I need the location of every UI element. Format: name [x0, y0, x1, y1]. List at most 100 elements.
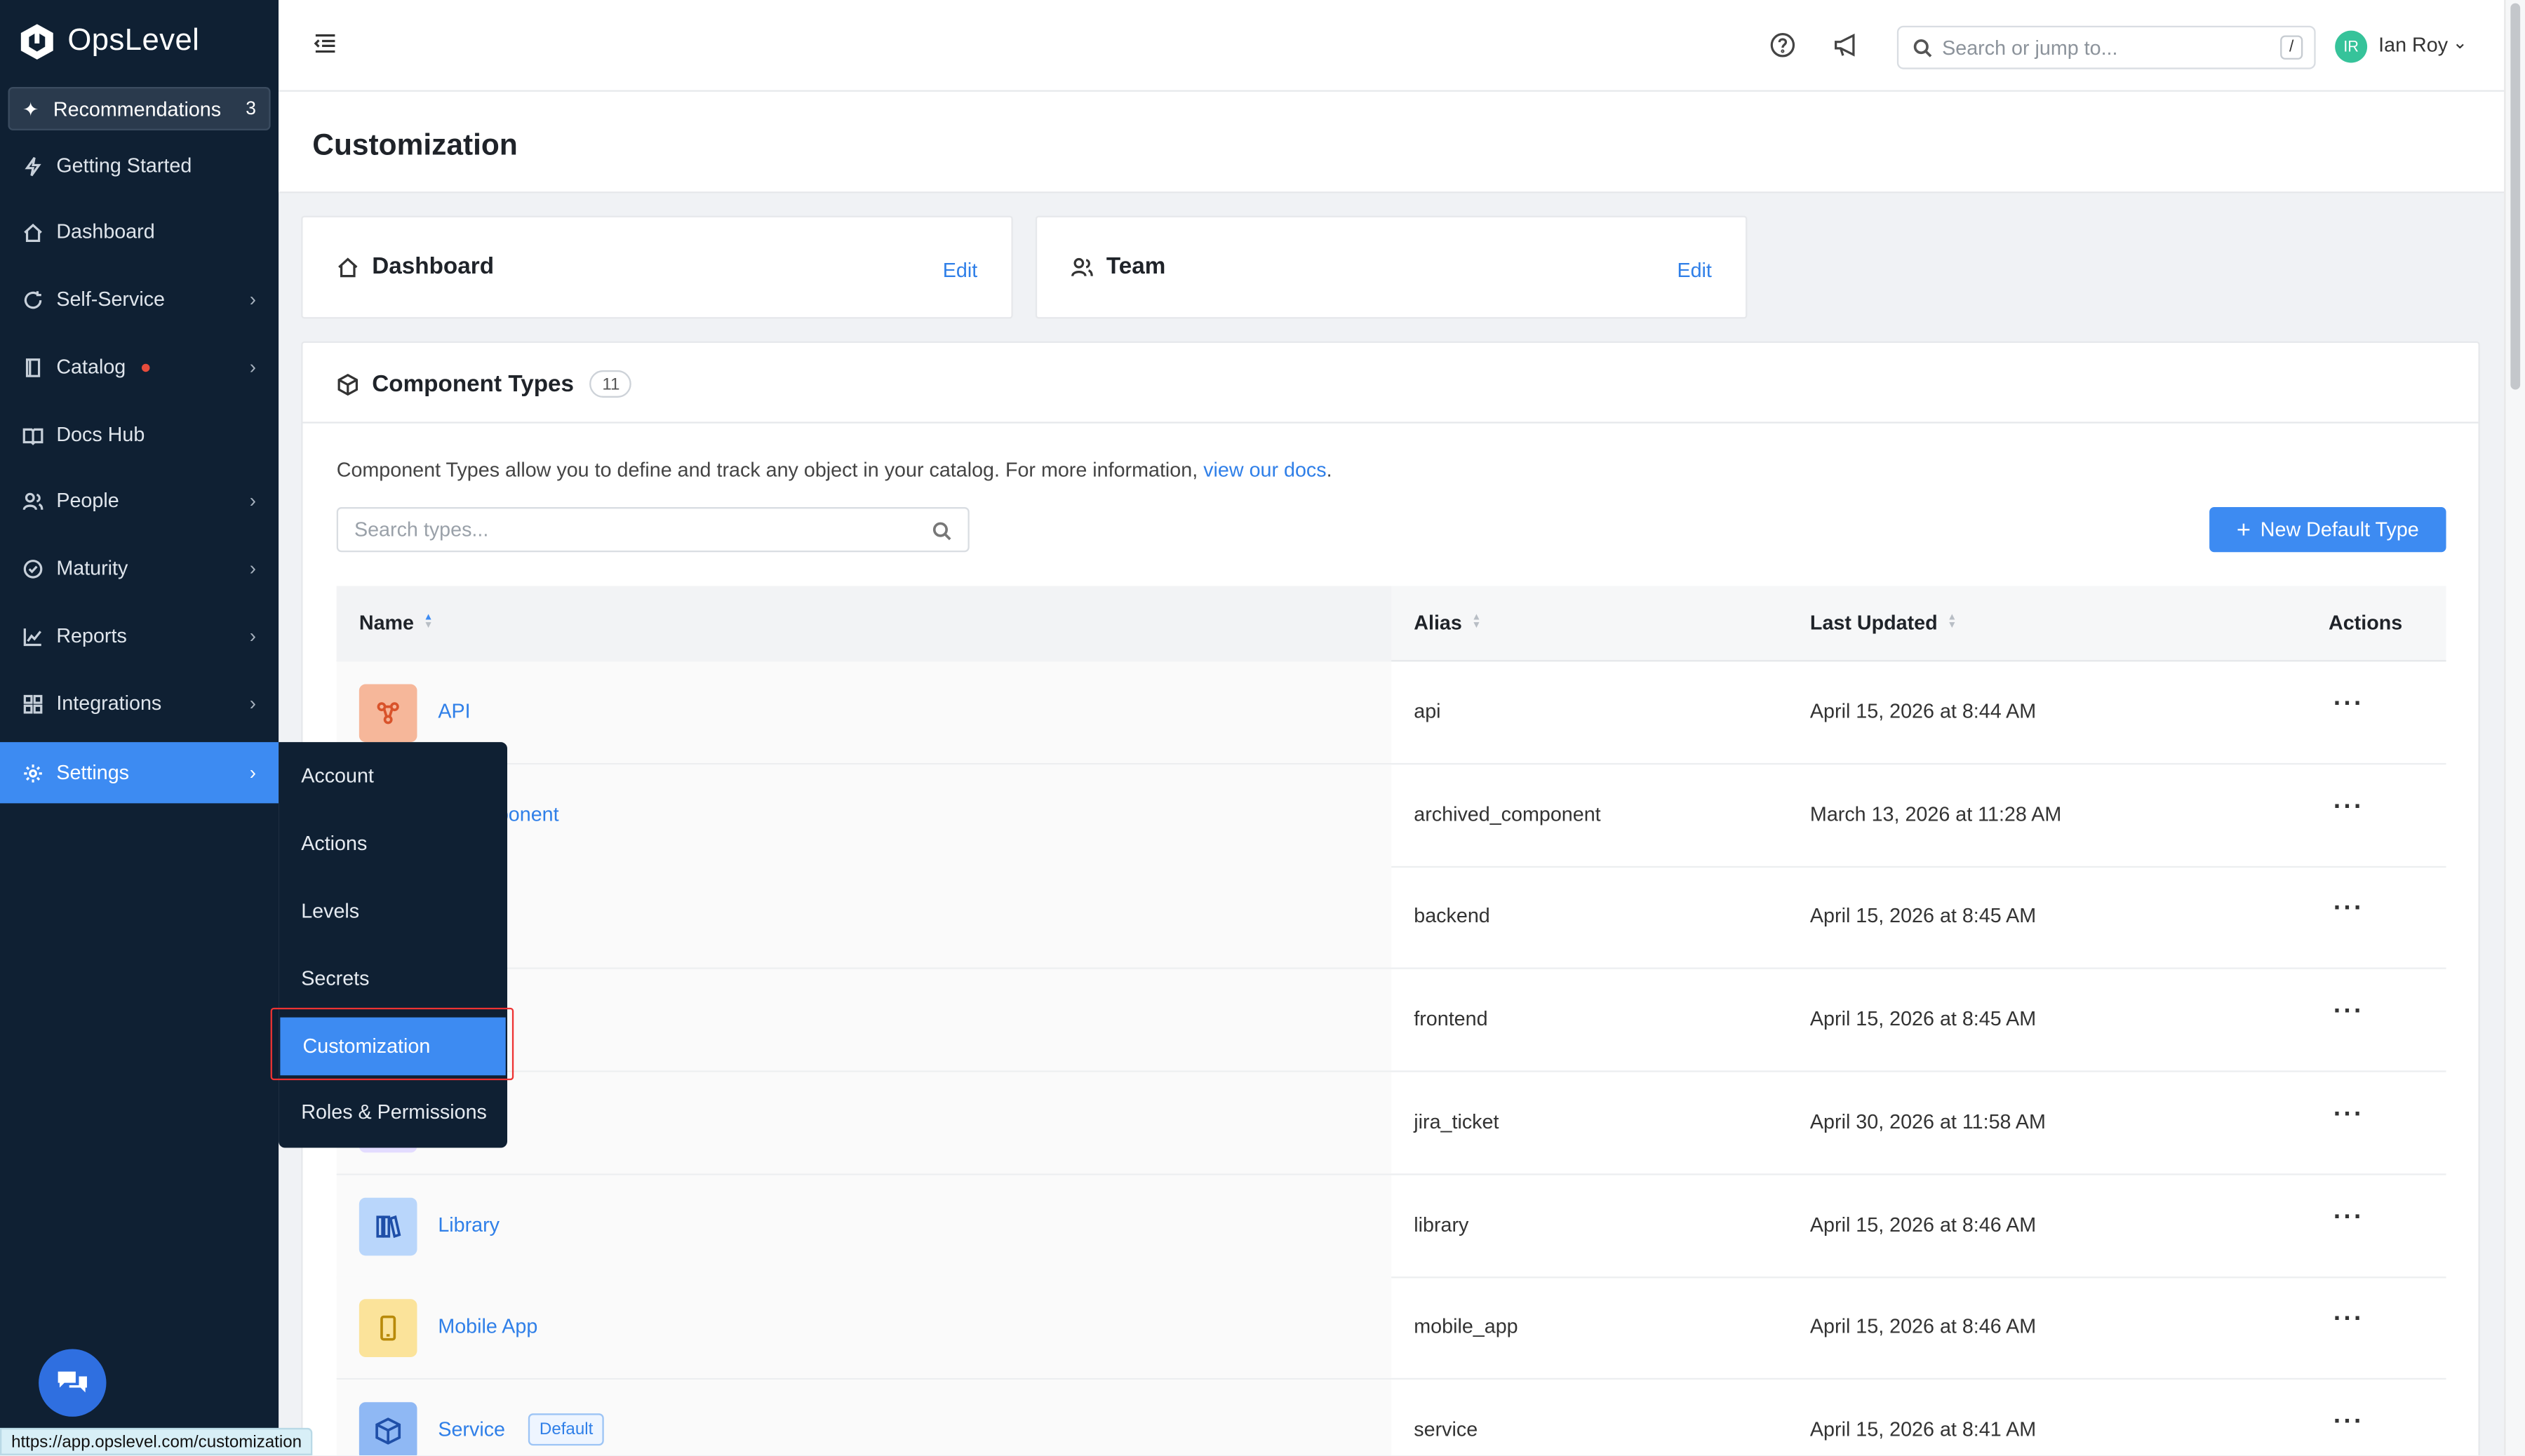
plus-icon: + — [2236, 515, 2251, 544]
submenu-item-secrets[interactable]: Secrets — [279, 950, 507, 1008]
row-actions-menu[interactable]: ··· — [2333, 1408, 2364, 1437]
type-name-link[interactable]: Service — [438, 1418, 505, 1441]
type-alias: backend — [1414, 905, 1490, 928]
sidebar: OpsLevel ✦ Recommendations 3 Getting Sta… — [0, 0, 279, 1455]
search-icon — [1913, 38, 1932, 57]
view-docs-link[interactable]: view our docs — [1203, 459, 1326, 481]
docs-icon — [21, 424, 43, 446]
chevron-right-icon: › — [249, 761, 256, 784]
sidebar-item-self-service[interactable]: Self-Service › — [0, 269, 279, 330]
gear-icon — [21, 762, 43, 784]
row-actions-menu[interactable]: ··· — [2333, 998, 2364, 1027]
dashboard-edit-link[interactable]: Edit — [943, 259, 977, 282]
table-row: d Componentarchived_componentMarch 13, 2… — [336, 764, 2446, 868]
description-text: Component Types allow you to define and … — [336, 459, 1204, 482]
chevron-right-icon: › — [249, 557, 256, 580]
component-types-panel: Component Types 11 Component Types allow… — [301, 341, 2480, 1455]
type-last-updated: April 15, 2026 at 8:46 AM — [1809, 1315, 2037, 1338]
team-card-label: Team — [1106, 254, 1166, 281]
people-icon — [21, 490, 43, 512]
sidebar-item-settings[interactable]: Settings › — [0, 742, 279, 804]
sidebar-item-dashboard[interactable]: Dashboard — [0, 201, 279, 262]
type-alias: library — [1414, 1213, 1469, 1236]
submenu-item-actions[interactable]: Actions — [279, 814, 507, 872]
team-card: Team Edit — [1035, 215, 1748, 319]
search-types-placeholder: Search types... — [354, 518, 489, 541]
app-root: OpsLevel ✦ Recommendations 3 Getting Sta… — [0, 0, 2525, 1455]
recommendations-button[interactable]: ✦ Recommendations 3 — [8, 86, 271, 130]
scrollbar-thumb[interactable] — [2510, 3, 2521, 390]
sort-icon: ▲ ▼ — [1947, 613, 1957, 631]
sidebar-item-people[interactable]: People › — [0, 470, 279, 531]
component-types-label: Component Types — [372, 371, 575, 397]
submenu-item-levels[interactable]: Levels — [279, 882, 507, 941]
collapse-sidebar-button[interactable] — [312, 31, 338, 57]
check-circle-icon — [21, 557, 43, 579]
table-row: dfrontendApril 15, 2026 at 8:45 AM··· — [336, 969, 2446, 1072]
page-title: Customization — [312, 127, 518, 161]
chevron-right-icon: › — [249, 489, 256, 512]
dashboard-card: Dashboard Edit — [301, 215, 1013, 319]
table-row: Library library April 15, 2026 at 8:46 AM ·… — [336, 1174, 2446, 1278]
column-actions-label: Actions — [2329, 612, 2403, 635]
dashboard-card-title: Dashboard — [337, 254, 495, 281]
search-icon — [932, 522, 951, 541]
sidebar-item-maturity[interactable]: Maturity › — [0, 538, 279, 599]
new-default-type-label: New Default Type — [2260, 518, 2419, 541]
page-scrollbar[interactable] — [2504, 0, 2525, 1455]
sidebar-item-reports[interactable]: Reports › — [0, 605, 279, 666]
column-header-last-updated[interactable]: Last Updated ▲ ▼ — [1810, 612, 1957, 634]
chart-icon — [21, 625, 43, 647]
team-card-title: Team — [1071, 254, 1166, 281]
search-shortcut-key: / — [2280, 35, 2303, 60]
help-button[interactable] — [1770, 32, 1796, 58]
column-header-alias[interactable]: Alias ▲ ▼ — [1414, 612, 1481, 634]
opslevel-logo[interactable]: OpsLevel — [20, 22, 200, 61]
global-search-input[interactable]: Search or jump to... / — [1896, 25, 2316, 69]
sidebar-item-getting-started[interactable]: Getting Started — [0, 135, 279, 196]
type-last-updated: April 15, 2026 at 8:44 AM — [1809, 700, 2037, 723]
dashboard-card-label: Dashboard — [372, 254, 495, 281]
row-actions-menu[interactable]: ··· — [2333, 1101, 2364, 1130]
chevron-right-icon: › — [249, 692, 256, 715]
type-alias: mobile_app — [1414, 1315, 1518, 1338]
sort-icon: ▲ ▼ — [423, 613, 434, 631]
chevron-down-icon[interactable]: ⌄ — [2453, 32, 2467, 53]
row-actions-menu[interactable]: ··· — [2333, 793, 2364, 822]
cube-icon — [359, 1401, 417, 1455]
table-row: dbackendApril 15, 2026 at 8:45 AM··· — [336, 866, 2446, 970]
row-actions-menu[interactable]: ··· — [2333, 896, 2364, 924]
type-alias: service — [1414, 1417, 1478, 1441]
type-alias: archived_component — [1414, 802, 1601, 825]
chevron-right-icon: › — [249, 288, 256, 311]
type-name-link[interactable]: API — [438, 700, 470, 722]
column-header-name[interactable]: Name ▲ ▼ — [359, 612, 434, 634]
user-menu[interactable]: Ian Roy — [2378, 34, 2448, 56]
logo-text: OpsLevel — [67, 24, 200, 58]
sidebar-item-docs-hub[interactable]: Docs Hub — [0, 404, 279, 465]
type-name-link[interactable]: Mobile App — [438, 1316, 537, 1338]
sidebar-item-catalog[interactable]: Catalog › — [0, 337, 279, 398]
sidebar-item-label: Integrations — [56, 692, 162, 715]
default-badge: Default — [528, 1413, 605, 1445]
submenu-item-customization[interactable]: Customization — [280, 1017, 506, 1076]
row-actions-menu[interactable]: ··· — [2333, 1204, 2364, 1232]
sort-icon: ▲ ▼ — [1471, 613, 1482, 631]
bolt-icon — [21, 154, 43, 177]
new-default-type-button[interactable]: + New Default Type — [2209, 507, 2446, 553]
type-alias: frontend — [1414, 1008, 1488, 1031]
type-alias: api — [1414, 700, 1441, 723]
chat-support-button[interactable] — [39, 1349, 107, 1417]
type-name-link[interactable]: Library — [438, 1213, 500, 1236]
row-actions-menu[interactable]: ··· — [2333, 691, 2364, 720]
chevron-right-icon: › — [249, 356, 256, 379]
search-types-input[interactable]: Search types... — [336, 507, 970, 553]
announcements-button[interactable] — [1833, 32, 1860, 58]
submenu-item-account[interactable]: Account — [279, 747, 507, 805]
team-edit-link[interactable]: Edit — [1677, 259, 1711, 282]
submenu-item-roles-permissions[interactable]: Roles & Permissions — [279, 1084, 507, 1142]
row-actions-menu[interactable]: ··· — [2333, 1306, 2364, 1335]
column-alias-label: Alias — [1414, 612, 1462, 635]
avatar[interactable]: IR — [2335, 30, 2368, 63]
sidebar-item-integrations[interactable]: Integrations › — [0, 673, 279, 734]
